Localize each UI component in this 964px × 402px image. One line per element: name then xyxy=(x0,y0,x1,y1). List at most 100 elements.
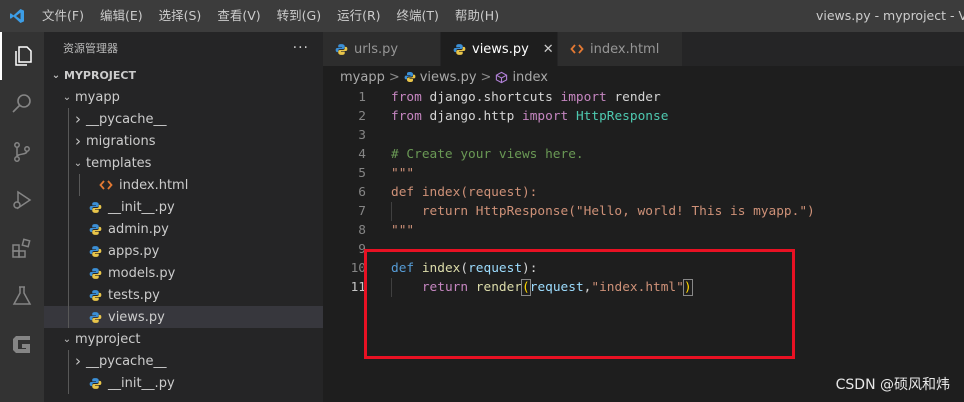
tab-label: index.html xyxy=(590,41,660,57)
red-annotation-box xyxy=(364,249,795,359)
code-token: import xyxy=(560,90,607,105)
code-token: render xyxy=(606,90,661,105)
tree-item-label: apps.py xyxy=(108,243,160,259)
python-file-icon xyxy=(86,289,104,302)
gitlens-icon[interactable] xyxy=(0,320,44,368)
testing-flask-icon[interactable] xyxy=(0,272,44,320)
tree-item-label: views.py xyxy=(108,309,165,325)
menu-item[interactable]: 转到(G) xyxy=(269,0,329,32)
run-debug-icon[interactable] xyxy=(0,176,44,224)
breadcrumb-folder[interactable]: myapp xyxy=(340,70,385,85)
code-line: 4 # Create your views here. xyxy=(323,145,964,164)
tree-file-__init__.py[interactable]: __init__.py xyxy=(44,196,323,218)
breadcrumb-separator: > xyxy=(388,69,400,85)
indent-guide xyxy=(68,196,69,218)
menu-item[interactable]: 编辑(E) xyxy=(92,0,151,32)
code-token: django. xyxy=(421,90,484,105)
tree-folder-myproject[interactable]: ⌄ myproject xyxy=(44,328,323,350)
tree-folder-MYPROJECT[interactable]: ⌄ MYPROJECT xyxy=(44,64,323,86)
tree-folder-migrations[interactable]: › migrations xyxy=(44,130,323,152)
more-actions-icon[interactable]: ··· xyxy=(293,40,309,56)
explorer-sidebar: 资源管理器 ··· ⌄ MYPROJECT ⌄ myapp › __pycache__ › m… xyxy=(44,32,323,402)
menu-item[interactable]: 查看(V) xyxy=(209,0,268,32)
tree-folder-__pycache__[interactable]: › __pycache__ xyxy=(44,350,323,372)
tree-file-tests.py[interactable]: tests.py xyxy=(44,284,323,306)
tree-item-label: __init__.py xyxy=(108,375,175,391)
extensions-icon[interactable] xyxy=(0,224,44,272)
breadcrumb: myapp > views.py > index xyxy=(323,66,964,88)
explorer-title: 资源管理器 xyxy=(63,42,118,55)
code-token: http xyxy=(483,109,522,124)
close-icon[interactable]: ✕ xyxy=(543,42,554,57)
python-file-icon xyxy=(86,311,104,324)
file-tree: ⌄ MYPROJECT ⌄ myapp › __pycache__ › migrations ⌄… xyxy=(44,64,323,394)
python-file-icon xyxy=(86,267,104,280)
tree-file-__init__.py[interactable]: __init__.py xyxy=(44,372,323,394)
tree-file-apps.py[interactable]: apps.py xyxy=(44,240,323,262)
line-number: 10 xyxy=(350,261,366,276)
code-text: return HttpResponse("Hello, world! This … xyxy=(391,202,815,221)
indent-guide xyxy=(68,306,69,328)
menu-item[interactable]: 文件(F) xyxy=(34,0,92,32)
line-number: 9 xyxy=(358,242,366,257)
menu-item[interactable]: 选择(S) xyxy=(151,0,210,32)
code-token: HttpResponse xyxy=(575,109,669,124)
html-file-icon xyxy=(97,179,115,191)
tree-file-models.py[interactable]: models.py xyxy=(44,262,323,284)
code-token: """ xyxy=(391,166,415,181)
line-number: 6 xyxy=(358,185,366,200)
tree-file-views.py[interactable]: views.py xyxy=(44,306,323,328)
line-number: 3 xyxy=(358,128,366,143)
breadcrumb-file[interactable]: views.py xyxy=(420,70,477,85)
search-icon[interactable] xyxy=(0,80,44,128)
tab-urls.py[interactable]: urls.py xyxy=(323,32,441,66)
line-number: 2 xyxy=(358,109,366,124)
indent-guide xyxy=(68,262,69,284)
tree-item-label: templates xyxy=(86,155,152,171)
watermark: CSDN @硕风和炜 xyxy=(835,377,950,393)
tab-label: urls.py xyxy=(354,41,399,57)
code-line: 3 xyxy=(323,126,964,145)
indent-guide xyxy=(68,174,69,196)
editor-tabs: urls.py views.py ✕ index.html xyxy=(323,32,964,66)
code-token: shortcuts xyxy=(483,90,561,105)
tree-file-index.html[interactable]: index.html xyxy=(44,174,323,196)
indent-guide xyxy=(68,372,69,394)
line-number: 5 xyxy=(358,166,366,181)
code-token: """ xyxy=(391,223,415,238)
tree-folder-templates[interactable]: ⌄ templates xyxy=(44,152,323,174)
tree-item-label: models.py xyxy=(108,265,176,281)
code-text: """ xyxy=(391,221,414,240)
chevron-right-icon: › xyxy=(75,132,81,150)
tree-file-admin.py[interactable]: admin.py xyxy=(44,218,323,240)
tree-folder-myapp[interactable]: ⌄ myapp xyxy=(44,86,323,108)
code-token: from xyxy=(391,90,422,105)
indent-guide xyxy=(68,240,69,262)
explorer-icon[interactable] xyxy=(0,32,44,80)
tree-item-label: __init__.py xyxy=(108,199,175,215)
menu-item[interactable]: 帮助(H) xyxy=(447,0,507,32)
menu-item[interactable]: 终端(T) xyxy=(389,0,447,32)
tree-item-label: myapp xyxy=(75,89,120,105)
python-file-icon xyxy=(86,223,104,236)
code-line: 2 from django.http import HttpResponse xyxy=(323,107,964,126)
code-text: # Create your views here. xyxy=(391,145,584,164)
tree-item-label: MYPROJECT xyxy=(64,68,136,82)
code-text: def index(request): xyxy=(391,183,537,202)
menu-item[interactable]: 运行(R) xyxy=(329,0,388,32)
code-token: from xyxy=(391,109,422,124)
tree-item-label: myproject xyxy=(75,331,141,347)
tab-index.html[interactable]: index.html xyxy=(558,32,683,66)
code-token: return HttpResponse("Hello, world! This … xyxy=(391,204,815,219)
tree-folder-__pycache__[interactable]: › __pycache__ xyxy=(44,108,323,130)
indent-guide xyxy=(68,218,69,240)
breadcrumb-symbol[interactable]: index xyxy=(512,70,548,85)
indent-guide xyxy=(68,108,69,130)
tree-item-label: tests.py xyxy=(108,287,160,303)
source-control-icon[interactable] xyxy=(0,128,44,176)
tab-views.py[interactable]: views.py ✕ xyxy=(441,32,558,66)
tree-item-label: admin.py xyxy=(108,221,169,237)
title-bar: 文件(F) 编辑(E) 选择(S) 查看(V) 转到(G) 运行(R) 终端(T) 帮助(H)… xyxy=(0,0,964,32)
python-file-icon xyxy=(404,71,416,83)
explorer-header: 资源管理器 ··· xyxy=(44,32,323,64)
